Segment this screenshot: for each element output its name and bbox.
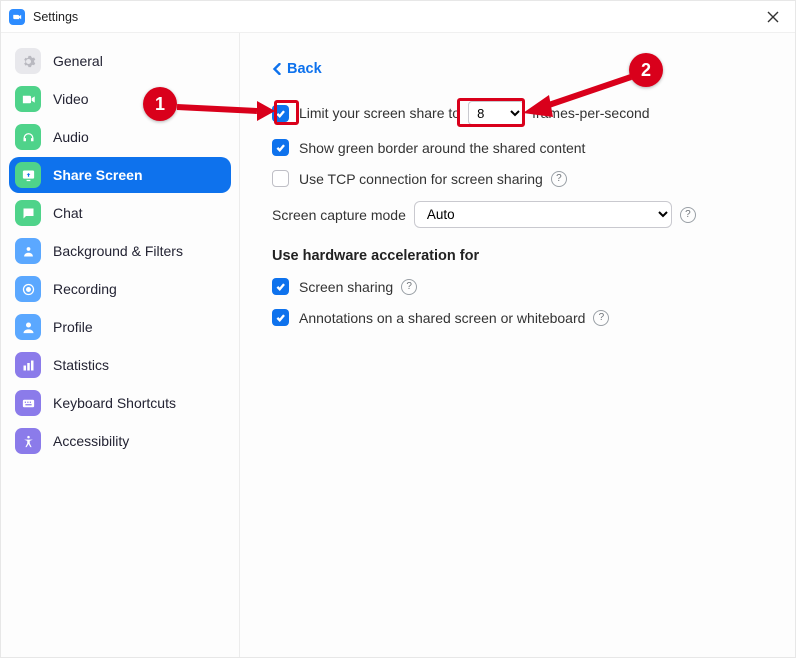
sidebar-item-background[interactable]: Background & Filters [9, 233, 231, 269]
accessibility-icon [15, 428, 41, 454]
keyboard-icon [15, 390, 41, 416]
video-icon [15, 86, 41, 112]
sidebar-label: Video [53, 91, 89, 107]
help-icon[interactable]: ? [551, 171, 567, 187]
sidebar-item-video[interactable]: Video [9, 81, 231, 117]
background-icon [15, 238, 41, 264]
fps-label-suffix: frames-per-second [532, 105, 650, 121]
capture-mode-row: Screen capture mode Auto ? [272, 201, 767, 228]
back-label: Back [287, 61, 322, 77]
tcp-row: Use TCP connection for screen sharing ? [272, 170, 767, 187]
hw-anno-label: Annotations on a shared screen or whiteb… [299, 310, 585, 326]
fps-select[interactable]: 8 [468, 101, 524, 125]
statistics-icon [15, 352, 41, 378]
capture-mode-select[interactable]: Auto [414, 201, 672, 228]
sidebar-label: General [53, 53, 103, 69]
sidebar-label: Recording [53, 281, 117, 297]
sidebar-label: Audio [53, 129, 89, 145]
sidebar-item-accessibility[interactable]: Accessibility [9, 423, 231, 459]
sidebar-label: Chat [53, 205, 83, 221]
hw-screen-checkbox[interactable] [272, 278, 289, 295]
fps-checkbox[interactable] [272, 105, 289, 122]
headphones-icon [15, 124, 41, 150]
back-button[interactable]: Back [272, 61, 322, 77]
green-border-row: Show green border around the shared cont… [272, 139, 767, 156]
help-icon[interactable]: ? [680, 207, 696, 223]
zoom-logo-icon [9, 9, 25, 25]
hw-screen-row: Screen sharing ? [272, 278, 767, 295]
share-screen-icon [15, 162, 41, 188]
sidebar-item-audio[interactable]: Audio [9, 119, 231, 155]
content-area: General Video Audio Share Screen Chat [1, 33, 795, 657]
window-title: Settings [33, 10, 78, 24]
sidebar-label: Accessibility [53, 433, 129, 449]
hw-anno-checkbox[interactable] [272, 309, 289, 326]
help-icon[interactable]: ? [593, 310, 609, 326]
sidebar-item-statistics[interactable]: Statistics [9, 347, 231, 383]
sidebar-item-keyboard[interactable]: Keyboard Shortcuts [9, 385, 231, 421]
sidebar-label: Share Screen [53, 167, 143, 183]
capture-mode-label: Screen capture mode [272, 207, 406, 223]
sidebar-label: Statistics [53, 357, 109, 373]
fps-label-prefix: Limit your screen share to [299, 105, 460, 121]
chat-icon [15, 200, 41, 226]
close-button[interactable] [759, 3, 787, 31]
hw-screen-label: Screen sharing [299, 279, 393, 295]
hw-section-heading: Use hardware acceleration for [272, 248, 767, 264]
sidebar-item-chat[interactable]: Chat [9, 195, 231, 231]
sidebar-item-general[interactable]: General [9, 43, 231, 79]
titlebar: Settings [1, 1, 795, 33]
sidebar-label: Keyboard Shortcuts [53, 395, 176, 411]
green-border-label: Show green border around the shared cont… [299, 140, 585, 156]
help-icon[interactable]: ? [401, 279, 417, 295]
tcp-checkbox[interactable] [272, 170, 289, 187]
hw-anno-row: Annotations on a shared screen or whiteb… [272, 309, 767, 326]
tcp-label: Use TCP connection for screen sharing [299, 171, 543, 187]
record-icon [15, 276, 41, 302]
settings-panel: Back Limit your screen share to 8 frames… [240, 33, 795, 657]
sidebar-item-recording[interactable]: Recording [9, 271, 231, 307]
sidebar-label: Profile [53, 319, 93, 335]
sidebar: General Video Audio Share Screen Chat [1, 33, 240, 657]
sidebar-label: Background & Filters [53, 243, 183, 259]
gear-icon [15, 48, 41, 74]
profile-icon [15, 314, 41, 340]
green-border-checkbox[interactable] [272, 139, 289, 156]
sidebar-item-profile[interactable]: Profile [9, 309, 231, 345]
fps-row: Limit your screen share to 8 frames-per-… [272, 101, 767, 125]
sidebar-item-share-screen[interactable]: Share Screen [9, 157, 231, 193]
